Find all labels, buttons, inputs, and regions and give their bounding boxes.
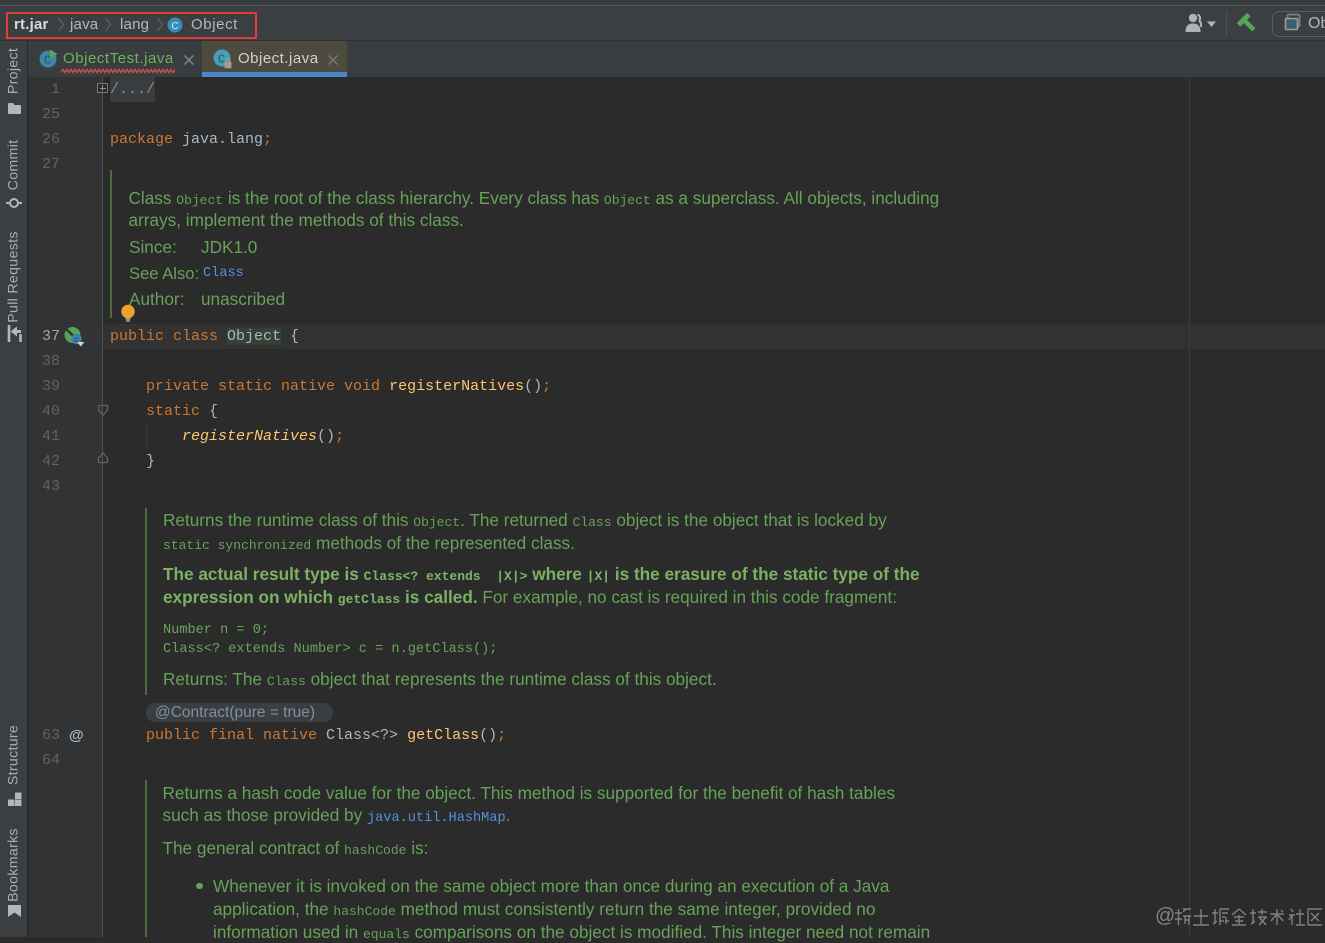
svg-text:c: c [74,335,79,345]
svg-text:C: C [171,21,178,32]
svg-text:C: C [218,53,225,67]
